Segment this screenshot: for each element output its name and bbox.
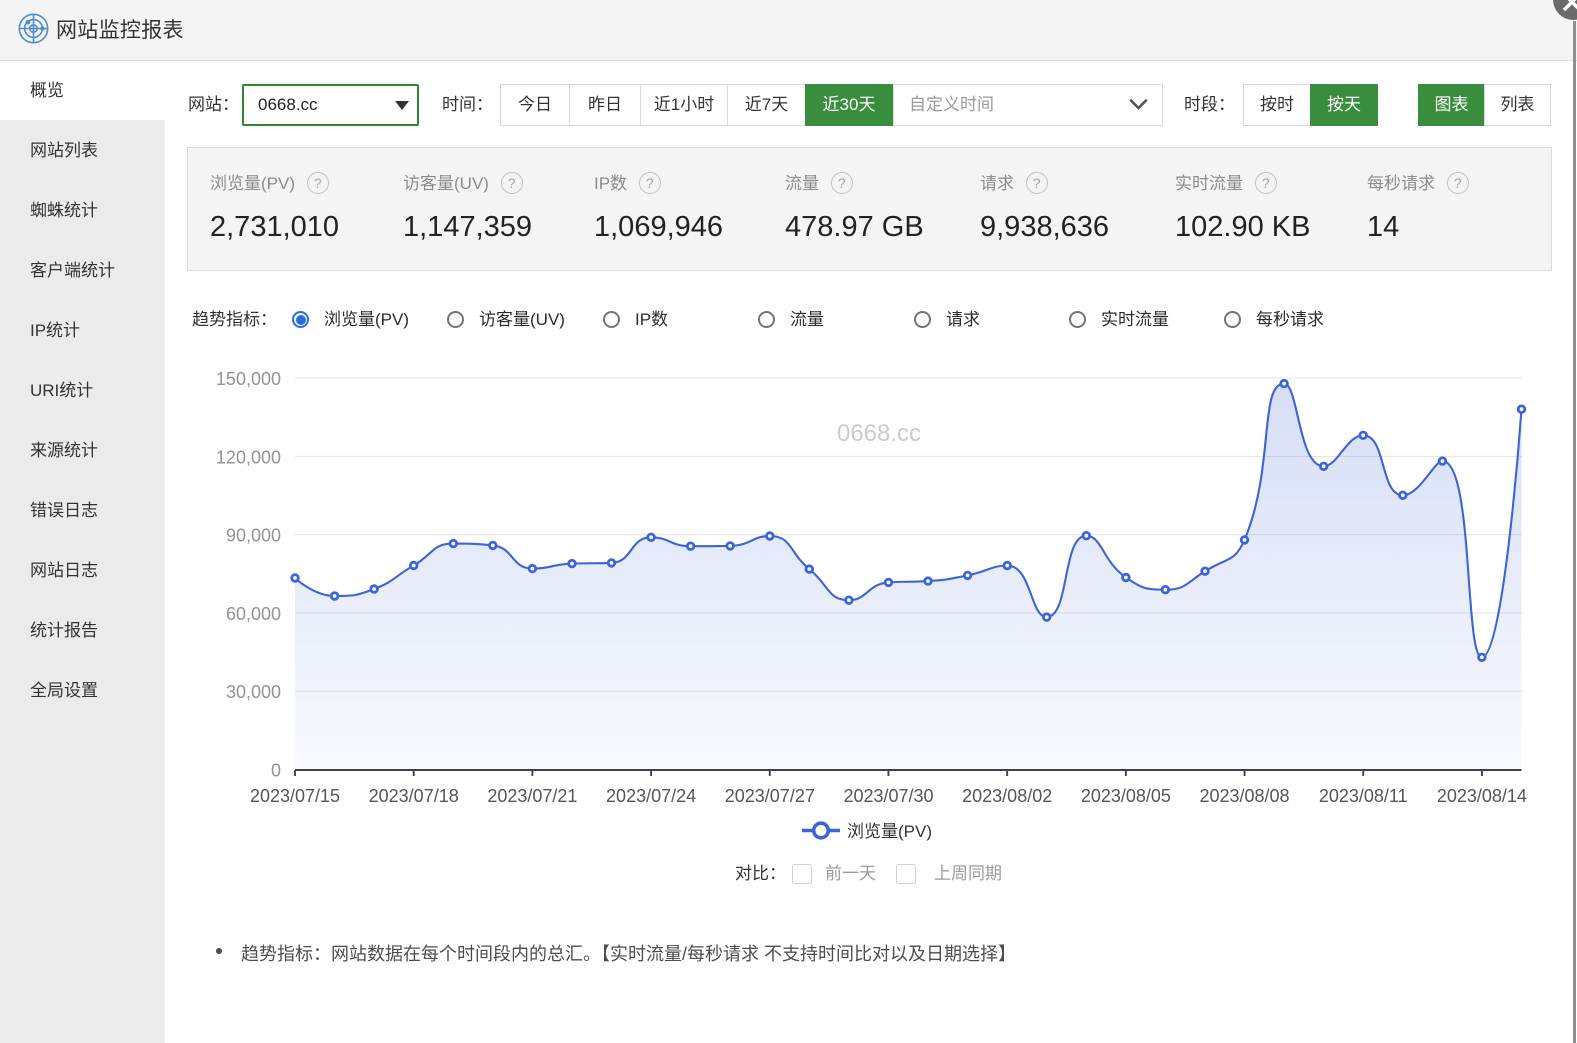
- svg-text:2023/07/21: 2023/07/21: [487, 786, 577, 806]
- svg-text:2023/08/05: 2023/08/05: [1081, 786, 1171, 806]
- svg-text:2023/08/11: 2023/08/11: [1319, 786, 1408, 806]
- svg-text:2023/08/08: 2023/08/08: [1199, 786, 1289, 806]
- svg-text:2023/08/14: 2023/08/14: [1437, 786, 1527, 806]
- svg-text:30,000: 30,000: [226, 682, 281, 702]
- svg-text:2023/07/24: 2023/07/24: [606, 786, 696, 806]
- svg-text:150,000: 150,000: [216, 369, 281, 389]
- svg-text:2023/08/02: 2023/08/02: [962, 786, 1052, 806]
- svg-text:0: 0: [271, 761, 281, 781]
- svg-text:120,000: 120,000: [216, 447, 281, 467]
- svg-text:60,000: 60,000: [226, 604, 281, 624]
- svg-text:0668.cc: 0668.cc: [837, 420, 921, 447]
- svg-text:浏览量(PV): 浏览量(PV): [847, 822, 932, 841]
- svg-text:2023/07/27: 2023/07/27: [725, 786, 815, 806]
- svg-text:90,000: 90,000: [226, 526, 281, 546]
- svg-text:2023/07/15: 2023/07/15: [250, 786, 340, 806]
- svg-text:2023/07/18: 2023/07/18: [369, 786, 459, 806]
- svg-text:2023/07/30: 2023/07/30: [843, 786, 933, 806]
